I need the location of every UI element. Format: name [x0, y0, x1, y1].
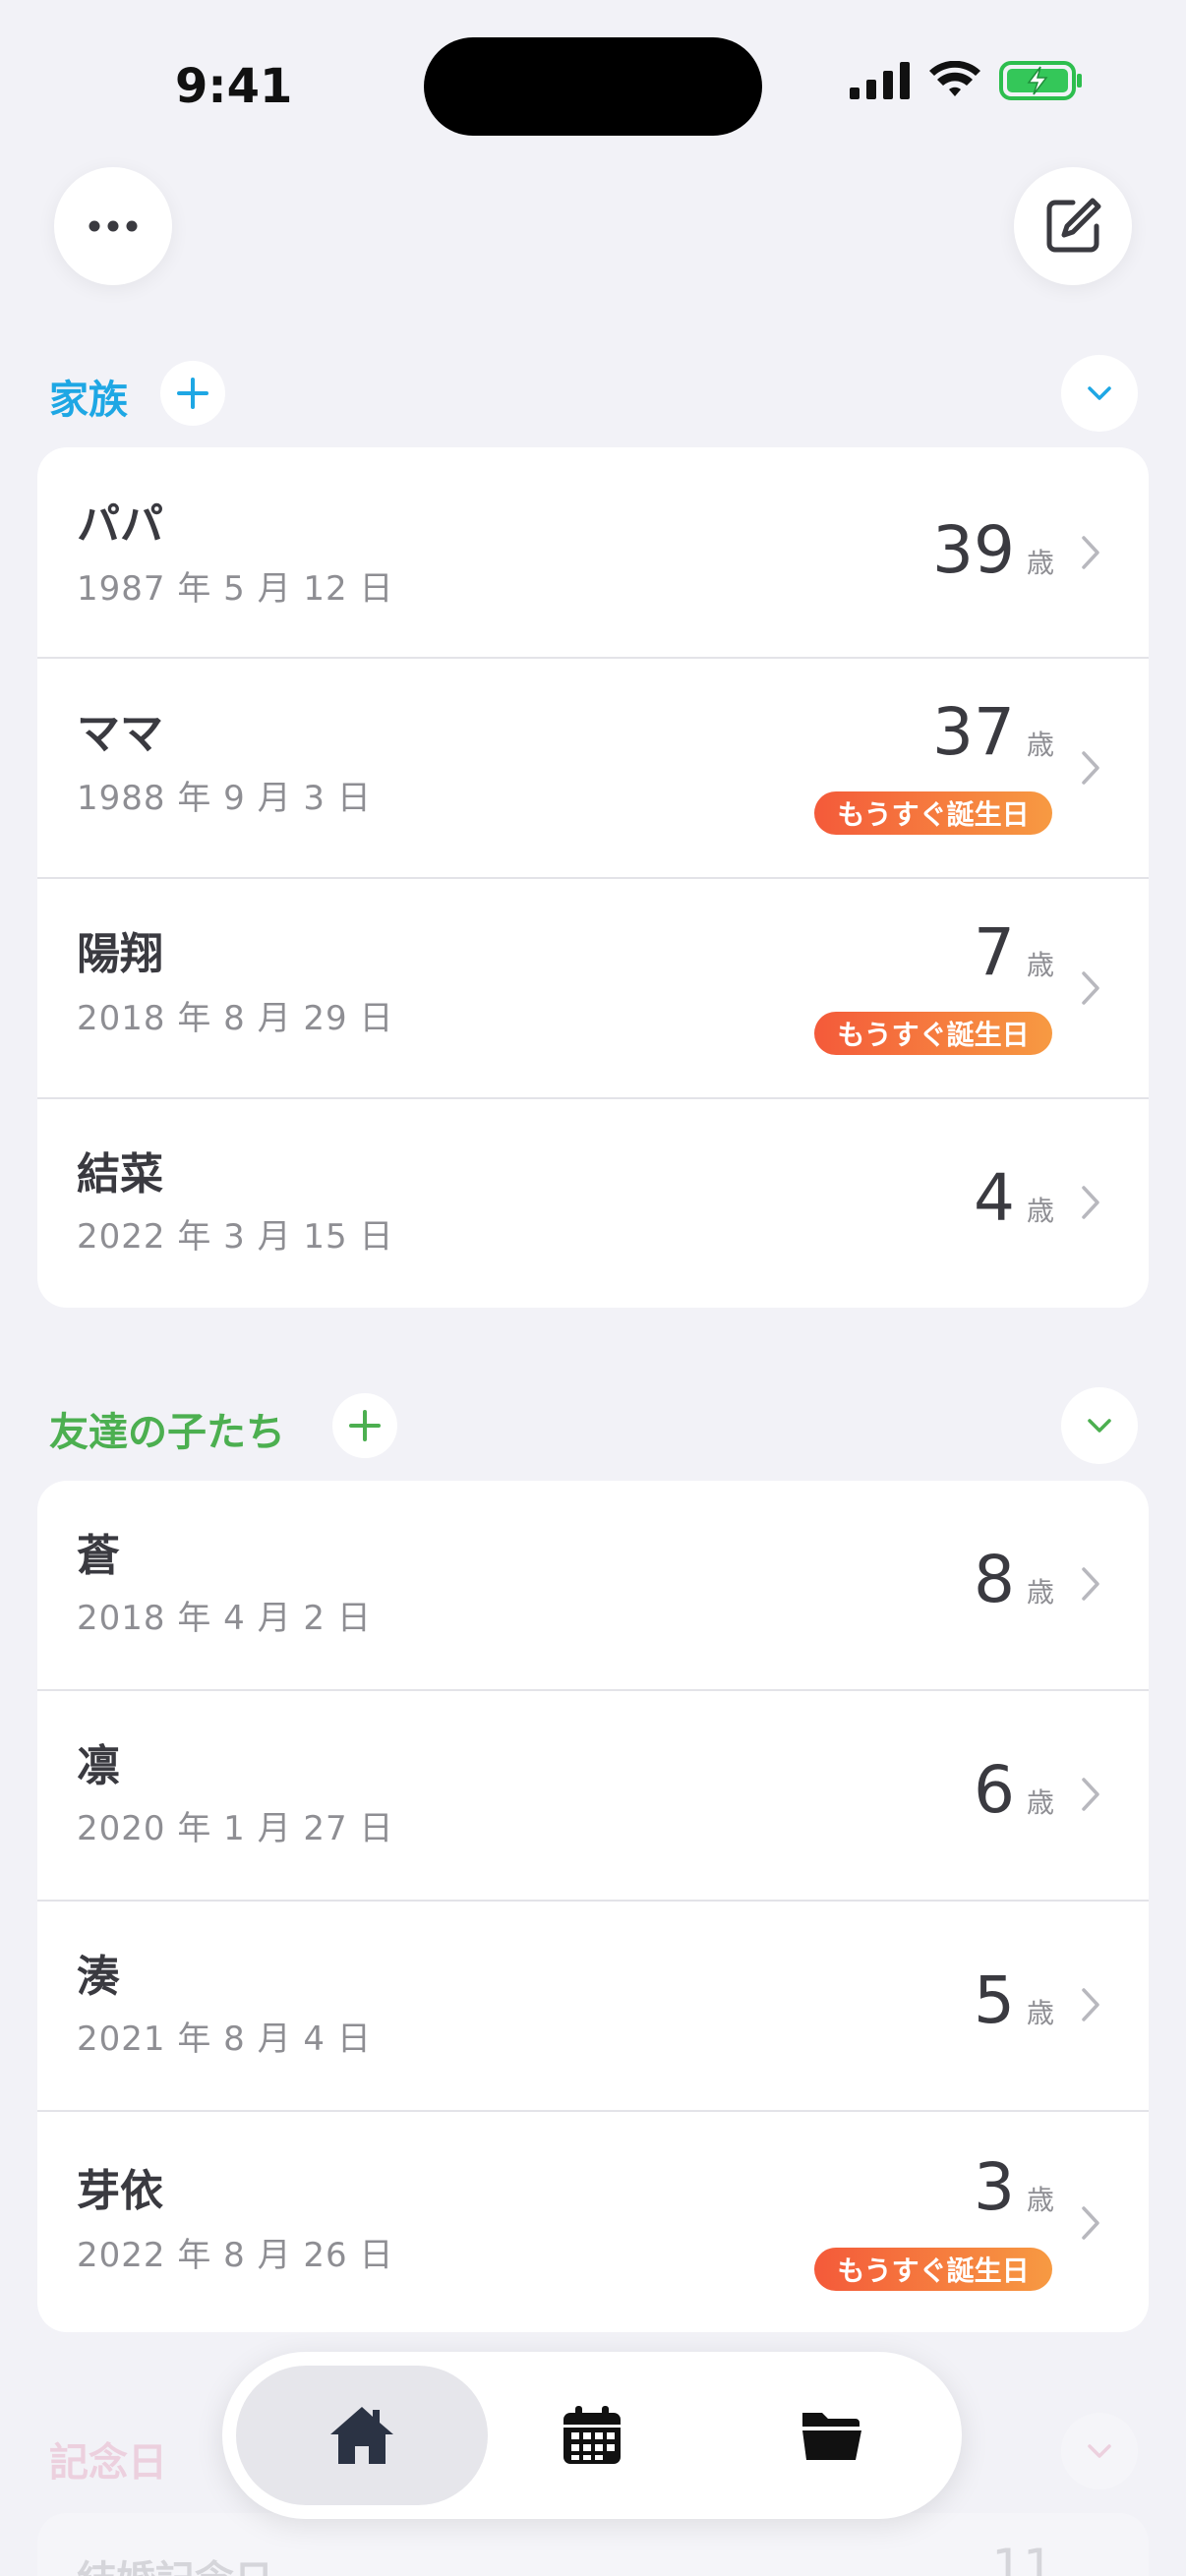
- member-age: 37 歳: [932, 694, 1054, 770]
- battery-charging-icon: [999, 61, 1082, 100]
- tab-home[interactable]: [236, 2366, 488, 2505]
- chevron-right-icon: [1082, 1778, 1099, 1811]
- member-name: 陽翔: [77, 929, 163, 979]
- member-name: 凛: [77, 1741, 120, 1791]
- chevron-right-icon: [1082, 971, 1099, 1005]
- list-item-papa[interactable]: パパ 1987 年 5 月 12 日 39 歳: [37, 447, 1149, 657]
- member-age: 8 歳: [974, 1542, 1054, 1617]
- anniversary-value: 11: [991, 2539, 1054, 2576]
- member-name: パパ: [77, 499, 163, 550]
- anniversary-name: 結婚記念日: [77, 2548, 273, 2576]
- member-age: 3 歳: [974, 2149, 1054, 2225]
- tab-bar: [222, 2352, 962, 2519]
- chevron-right-icon: [1082, 1988, 1099, 2021]
- compose-icon: [1046, 198, 1101, 253]
- member-name: 結菜: [77, 1149, 163, 1200]
- age-number: 39: [932, 512, 1015, 588]
- member-name: 芽依: [77, 2166, 163, 2216]
- list-item-yuna[interactable]: 結菜 2022 年 3 月 15 日 4 歳: [37, 1099, 1149, 1308]
- age-number: 4: [973, 1160, 1015, 1236]
- list-item-mei[interactable]: 芽依 2022 年 8 月 26 日 3 歳 もうすぐ誕生日: [37, 2112, 1149, 2332]
- chevron-right-icon: [1082, 536, 1099, 569]
- section-title-family: 家族: [49, 378, 128, 423]
- age-unit: 歳: [1026, 1195, 1054, 1227]
- member-age: 7 歳: [974, 914, 1054, 990]
- collapse-family-button[interactable]: [1061, 355, 1138, 432]
- member-name: 湊: [77, 1952, 120, 2002]
- member-birthday: 2018 年 4 月 2 日: [77, 1599, 372, 1638]
- chevron-right-icon: [1082, 1567, 1099, 1601]
- add-family-button[interactable]: [160, 361, 225, 426]
- member-birthday: 1987 年 5 月 12 日: [77, 569, 394, 609]
- age-unit: 歳: [1026, 1786, 1054, 1819]
- plus-icon: [349, 1410, 381, 1441]
- more-icon: [89, 220, 138, 232]
- member-age: 6 歳: [974, 1752, 1054, 1828]
- chevron-down-icon: [1088, 1419, 1111, 1433]
- member-age: 39 歳: [932, 512, 1054, 588]
- list-item-haruto[interactable]: 陽翔 2018 年 8 月 29 日 7 歳 もうすぐ誕生日: [37, 879, 1149, 1097]
- list-item-mama[interactable]: ママ 1988 年 9 月 3 日 37 歳 もうすぐ誕生日: [37, 659, 1149, 877]
- section-title-friends: 友達の子たち: [49, 1410, 285, 1455]
- section-title-anniversary: 記念日: [49, 2440, 167, 2486]
- list-item-aoi[interactable]: 蒼 2018 年 4 月 2 日 8 歳: [37, 1481, 1149, 1689]
- age-number: 3: [973, 2149, 1015, 2225]
- age-number: 5: [973, 1962, 1015, 2038]
- member-name: ママ: [77, 709, 163, 759]
- dynamic-island: [424, 37, 762, 136]
- member-birthday: 2022 年 3 月 15 日: [77, 1217, 394, 1257]
- add-friend-child-button[interactable]: [332, 1393, 397, 1458]
- friends-list: 蒼 2018 年 4 月 2 日 8 歳 凛 2020 年 1 月 27 日 6…: [37, 1481, 1149, 2332]
- age-unit: 歳: [1026, 949, 1054, 981]
- birthday-soon-badge: もうすぐ誕生日: [814, 791, 1052, 835]
- member-birthday: 2020 年 1 月 27 日: [77, 1809, 394, 1848]
- status-icons: [850, 61, 1084, 100]
- chevron-down-icon: [1088, 2444, 1111, 2458]
- plus-icon: [177, 378, 208, 409]
- chevron-down-icon: [1088, 386, 1111, 400]
- wifi-icon: [929, 61, 980, 96]
- age-number: 8: [973, 1542, 1015, 1617]
- age-unit: 歳: [1026, 1997, 1054, 2029]
- member-age: 5 歳: [974, 1962, 1054, 2038]
- birthday-soon-badge: もうすぐ誕生日: [814, 2248, 1052, 2291]
- more-options-button[interactable]: [54, 167, 172, 285]
- compose-button[interactable]: [1014, 167, 1132, 285]
- birthday-soon-badge: もうすぐ誕生日: [814, 1012, 1052, 1055]
- age-number: 7: [973, 914, 1015, 990]
- chevron-right-icon: [1082, 2206, 1099, 2240]
- calendar-icon: [563, 2406, 621, 2464]
- home-icon: [330, 2407, 393, 2464]
- chevron-right-icon: [1082, 1186, 1099, 1219]
- collapse-friends-button[interactable]: [1061, 1387, 1138, 1464]
- tab-folder[interactable]: [714, 2366, 948, 2505]
- member-birthday: 2018 年 8 月 29 日: [77, 999, 394, 1038]
- age-number: 37: [932, 694, 1015, 770]
- tab-calendar[interactable]: [494, 2366, 690, 2505]
- member-birthday: 2021 年 8 月 4 日: [77, 2020, 372, 2059]
- list-item-minato[interactable]: 湊 2021 年 8 月 4 日 5 歳: [37, 1902, 1149, 2110]
- age-unit: 歳: [1026, 547, 1054, 579]
- member-name: 蒼: [77, 1531, 120, 1581]
- chevron-right-icon: [1082, 751, 1099, 785]
- cellular-signal-icon: [850, 62, 910, 99]
- age-unit: 歳: [1026, 2184, 1054, 2216]
- age-number: 6: [973, 1752, 1015, 1828]
- age-unit: 歳: [1026, 1576, 1054, 1609]
- member-birthday: 1988 年 9 月 3 日: [77, 779, 372, 818]
- status-time: 9:41: [175, 59, 293, 114]
- folder-icon: [802, 2413, 861, 2460]
- family-list: パパ 1987 年 5 月 12 日 39 歳 ママ 1988 年 9 月 3 …: [37, 447, 1149, 1308]
- collapse-anniversary-button[interactable]: [1061, 2413, 1138, 2489]
- list-item-rin[interactable]: 凛 2020 年 1 月 27 日 6 歳: [37, 1691, 1149, 1900]
- age-unit: 歳: [1026, 729, 1054, 761]
- member-birthday: 2022 年 8 月 26 日: [77, 2236, 394, 2275]
- anniversary-list: 結婚記念日 11: [37, 2513, 1149, 2576]
- member-age: 4 歳: [974, 1160, 1054, 1236]
